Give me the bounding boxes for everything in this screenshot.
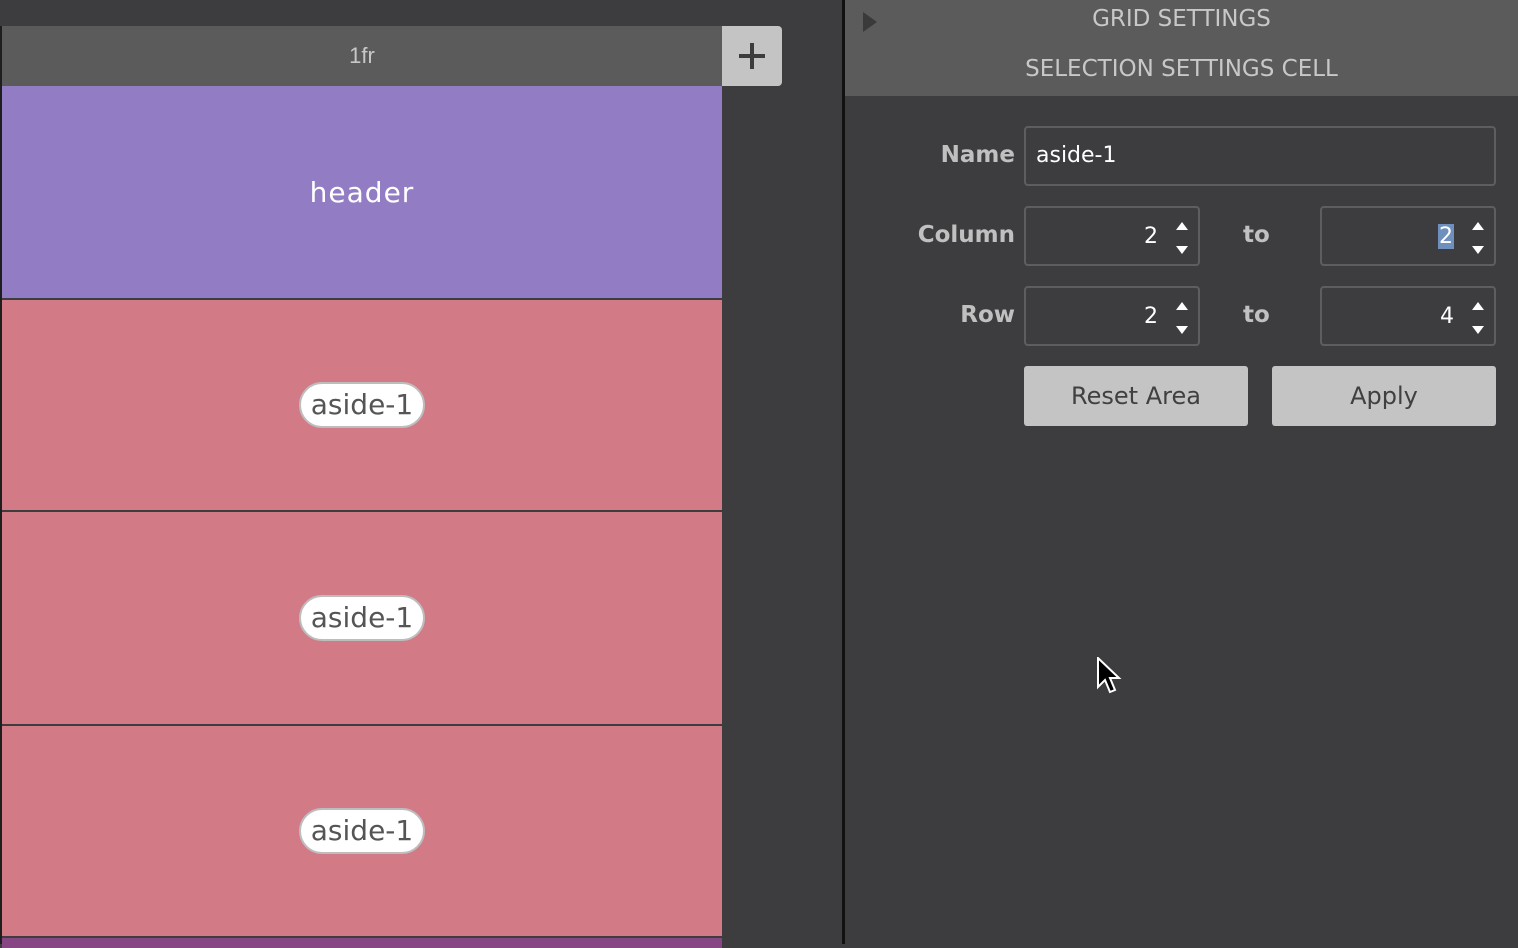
to-label: to <box>1243 302 1270 328</box>
arrow-down-icon[interactable] <box>1472 246 1484 254</box>
stepper-arrows <box>1176 222 1188 254</box>
grid-cell-header[interactable]: header <box>2 86 722 298</box>
name-value: aside-1 <box>1036 143 1117 168</box>
plus-icon <box>739 43 765 69</box>
column-end-stepper[interactable]: 2 <box>1320 206 1496 266</box>
column-label: Column <box>917 222 1015 248</box>
row-end-value: 4 <box>1440 303 1454 329</box>
arrow-down-icon[interactable] <box>1472 326 1484 334</box>
column-start-stepper[interactable]: 2 <box>1024 206 1200 266</box>
grid-settings-title[interactable]: GRID SETTINGS <box>845 6 1518 32</box>
column-size-header[interactable]: 1fr <box>2 26 722 86</box>
panel-header: GRID SETTINGS SELECTION SETTINGS CELL <box>845 0 1518 96</box>
mouse-cursor-icon <box>1097 657 1122 694</box>
name-label: Name <box>940 142 1015 168</box>
arrow-up-icon[interactable] <box>1472 222 1484 230</box>
column-size-label: 1fr <box>349 43 375 68</box>
to-label: to <box>1243 222 1270 248</box>
row-end-stepper[interactable]: 4 <box>1320 286 1496 346</box>
add-column-button[interactable] <box>722 26 782 86</box>
arrow-up-icon[interactable] <box>1176 302 1188 310</box>
stepper-arrows <box>1472 222 1484 254</box>
reset-area-button[interactable]: Reset Area <box>1024 366 1248 426</box>
settings-panel: GRID SETTINGS SELECTION SETTINGS CELL Na… <box>845 0 1518 944</box>
cell-name-badge: aside-1 <box>298 382 426 428</box>
arrow-up-icon[interactable] <box>1176 222 1188 230</box>
name-input[interactable]: aside-1 <box>1024 126 1496 186</box>
row-start-value: 2 <box>1144 303 1158 329</box>
cell-label: header <box>309 175 415 209</box>
row-start-stepper[interactable]: 2 <box>1024 286 1200 346</box>
row-label: Row <box>960 302 1015 328</box>
column-start-value: 2 <box>1144 223 1158 249</box>
grid-cell-aside[interactable]: aside-1 <box>2 300 722 510</box>
stepper-arrows <box>1472 302 1484 334</box>
grid-cell-footer[interactable] <box>2 938 722 948</box>
grid-editor-canvas: 1fr header aside-1 aside-1 aside-1 <box>0 0 842 948</box>
cell-name-badge: aside-1 <box>298 808 426 854</box>
arrow-up-icon[interactable] <box>1472 302 1484 310</box>
arrow-down-icon[interactable] <box>1176 246 1188 254</box>
arrow-down-icon[interactable] <box>1176 326 1188 334</box>
column-end-value: 2 <box>1438 223 1454 249</box>
selection-settings-title: SELECTION SETTINGS CELL <box>1025 56 1338 82</box>
grid-cell-aside[interactable]: aside-1 <box>2 512 722 724</box>
cell-name-badge: aside-1 <box>298 595 426 641</box>
stepper-arrows <box>1176 302 1188 334</box>
grid-cell-aside[interactable]: aside-1 <box>2 726 722 936</box>
apply-button[interactable]: Apply <box>1272 366 1496 426</box>
